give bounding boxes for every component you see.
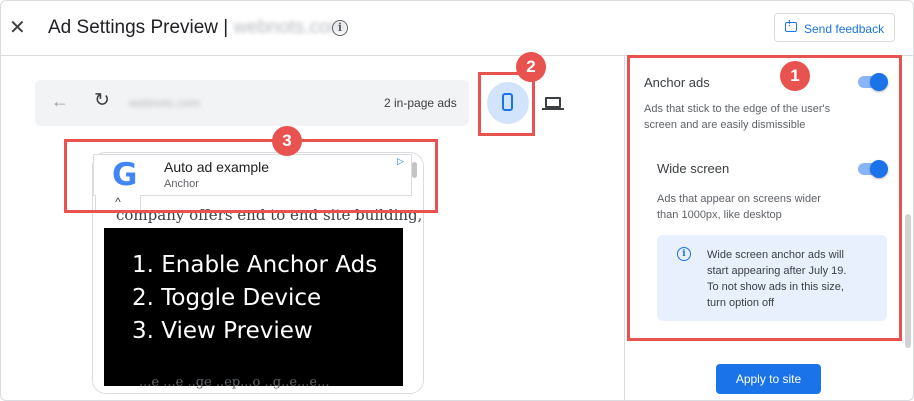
arrow-back-icon[interactable]: ← <box>51 91 69 112</box>
laptop-icon[interactable] <box>545 97 561 108</box>
instructions-overlay: 1. Enable Anchor Ads 2. Toggle Device 3.… <box>104 228 403 386</box>
highlight-device-toggle <box>478 72 535 136</box>
site-name: webnots.com <box>233 17 346 38</box>
title-prefix: Ad Settings Preview | <box>48 17 229 38</box>
highlight-settings <box>627 55 902 341</box>
dialog-header: ✕ Ad Settings Preview | webnots.com i Se… <box>1 1 913 56</box>
badge-1: 1 <box>780 61 810 91</box>
laptop-icon-base <box>542 108 564 110</box>
info-icon[interactable]: i <box>332 20 348 36</box>
settings-scrollbar[interactable] <box>905 214 911 348</box>
feedback-icon <box>785 19 797 32</box>
highlight-ad-preview <box>64 139 438 213</box>
close-icon[interactable]: ✕ <box>9 18 26 38</box>
panel-divider <box>624 56 625 400</box>
step-2: 2. Toggle Device <box>132 285 322 311</box>
preview-url: webnots.com <box>129 96 200 110</box>
apply-to-site-button[interactable]: Apply to site <box>716 364 821 394</box>
send-feedback-label: Send feedback <box>804 22 885 36</box>
step-3: 3. View Preview <box>132 318 313 344</box>
send-feedback-button[interactable]: Send feedback <box>774 13 895 42</box>
page-title: Ad Settings Preview | webnots.com <box>48 17 345 39</box>
ad-count-label: 2 in-page ads <box>384 96 457 110</box>
preview-body-text-bottom: ...e ...e ..ge ..ep...o ..g..e...e... <box>139 375 330 390</box>
reload-icon[interactable]: ↻ <box>94 89 110 112</box>
badge-3: 3 <box>272 126 302 156</box>
badge-2: 2 <box>516 52 546 82</box>
step-1: 1. Enable Anchor Ads <box>132 252 378 278</box>
